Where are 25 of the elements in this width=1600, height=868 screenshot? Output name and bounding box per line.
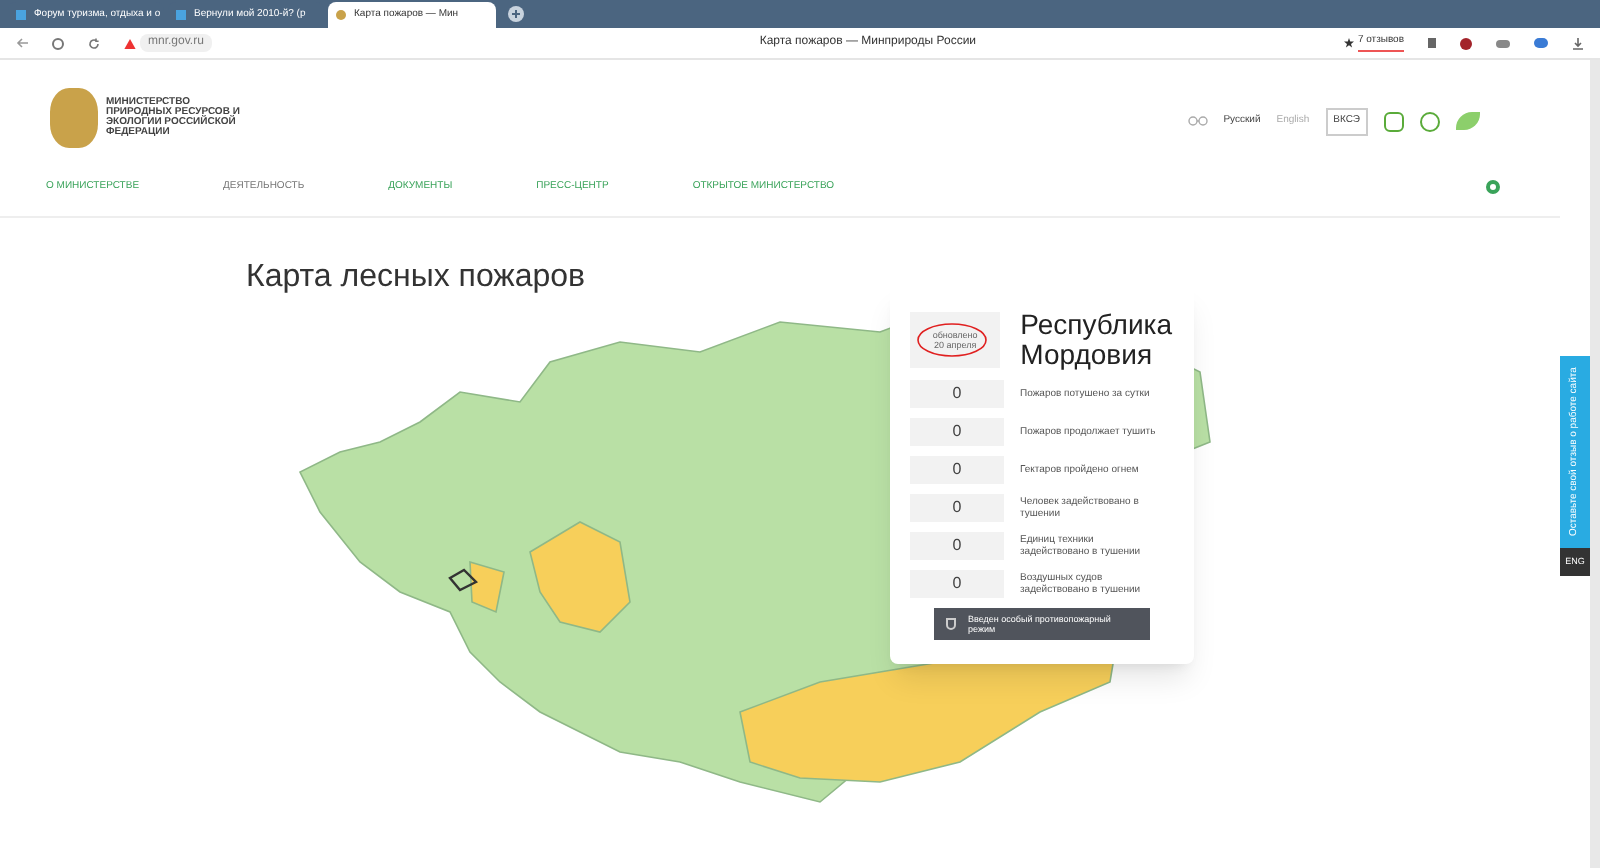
instagram-icon[interactable] <box>1384 111 1404 132</box>
warning-icon <box>124 37 136 49</box>
search-icon[interactable] <box>1486 180 1500 195</box>
tab-favicon-icon <box>336 10 346 20</box>
stat-value: 0 <box>910 569 1004 597</box>
star-icon <box>1343 38 1354 48</box>
stat-value: 0 <box>910 531 1004 559</box>
facebook-icon[interactable] <box>1420 111 1440 132</box>
tab-favicon-icon <box>16 10 26 20</box>
leaf-icon[interactable] <box>1456 112 1480 131</box>
stat-value: 0 <box>910 455 1004 483</box>
shield-icon <box>946 617 956 629</box>
back-icon[interactable] <box>16 38 28 48</box>
new-tab-icon[interactable] <box>508 6 524 22</box>
annotation-circle <box>916 321 988 357</box>
reload-icon[interactable] <box>88 37 100 49</box>
page-heading: Карта лесных пожаров <box>246 257 588 297</box>
tab-favicon-icon <box>176 10 186 20</box>
region-name: Республика Мордовия <box>1020 309 1174 369</box>
download-icon[interactable] <box>1572 37 1584 49</box>
glasses-icon[interactable] <box>1187 116 1208 127</box>
stat-value: 0 <box>910 493 1004 521</box>
stat-value: 0 <box>910 379 1004 407</box>
stop-icon[interactable] <box>52 37 64 49</box>
stat-value: 0 <box>910 417 1004 445</box>
